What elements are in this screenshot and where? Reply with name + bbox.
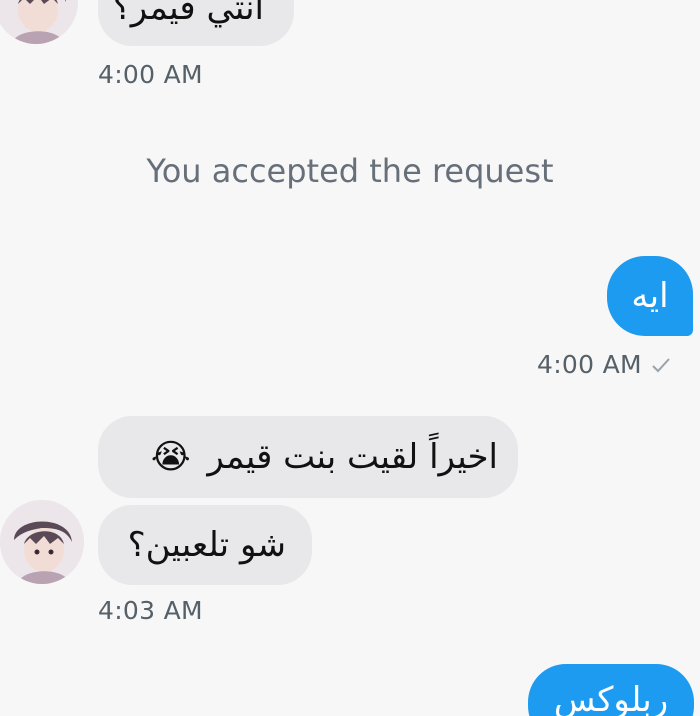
- message-timestamp-row: 4:00 AM: [537, 350, 697, 381]
- avatar-illustration: [0, 0, 78, 44]
- message-bubble-incoming[interactable]: انتي قيمر؟: [98, 0, 294, 46]
- message-text: اخيراً لقيت بنت قيمر: [207, 437, 498, 477]
- message-bubble-outgoing[interactable]: ايه: [607, 256, 693, 336]
- message-timestamp: 4:03 AM: [98, 596, 203, 625]
- contact-avatar[interactable]: [0, 500, 84, 584]
- system-message: You accepted the request: [146, 152, 554, 190]
- message-timestamp: 4:00 AM: [537, 350, 642, 379]
- chat-conversation: انتي قيمر؟ 4:00 AM You accepted the requ…: [0, 0, 700, 716]
- avatar-illustration: [0, 500, 84, 584]
- message-bubble-outgoing[interactable]: ربلوكس: [528, 664, 694, 716]
- message-text: ربلوكس: [553, 680, 669, 716]
- message-bubble-incoming[interactable]: شو تلعبين؟: [98, 505, 312, 585]
- contact-avatar[interactable]: [0, 0, 78, 44]
- message-text: انتي قيمر؟: [112, 0, 264, 28]
- checkmark-icon: [650, 352, 672, 381]
- message-text: ايه: [631, 276, 669, 316]
- message-text: شو تلعبين؟: [127, 525, 286, 565]
- message-bubble-incoming[interactable]: اخيراً لقيت بنت قيمر 😭: [98, 416, 518, 498]
- crying-face-emoji: 😭: [150, 437, 191, 477]
- message-timestamp: 4:00 AM: [98, 60, 203, 89]
